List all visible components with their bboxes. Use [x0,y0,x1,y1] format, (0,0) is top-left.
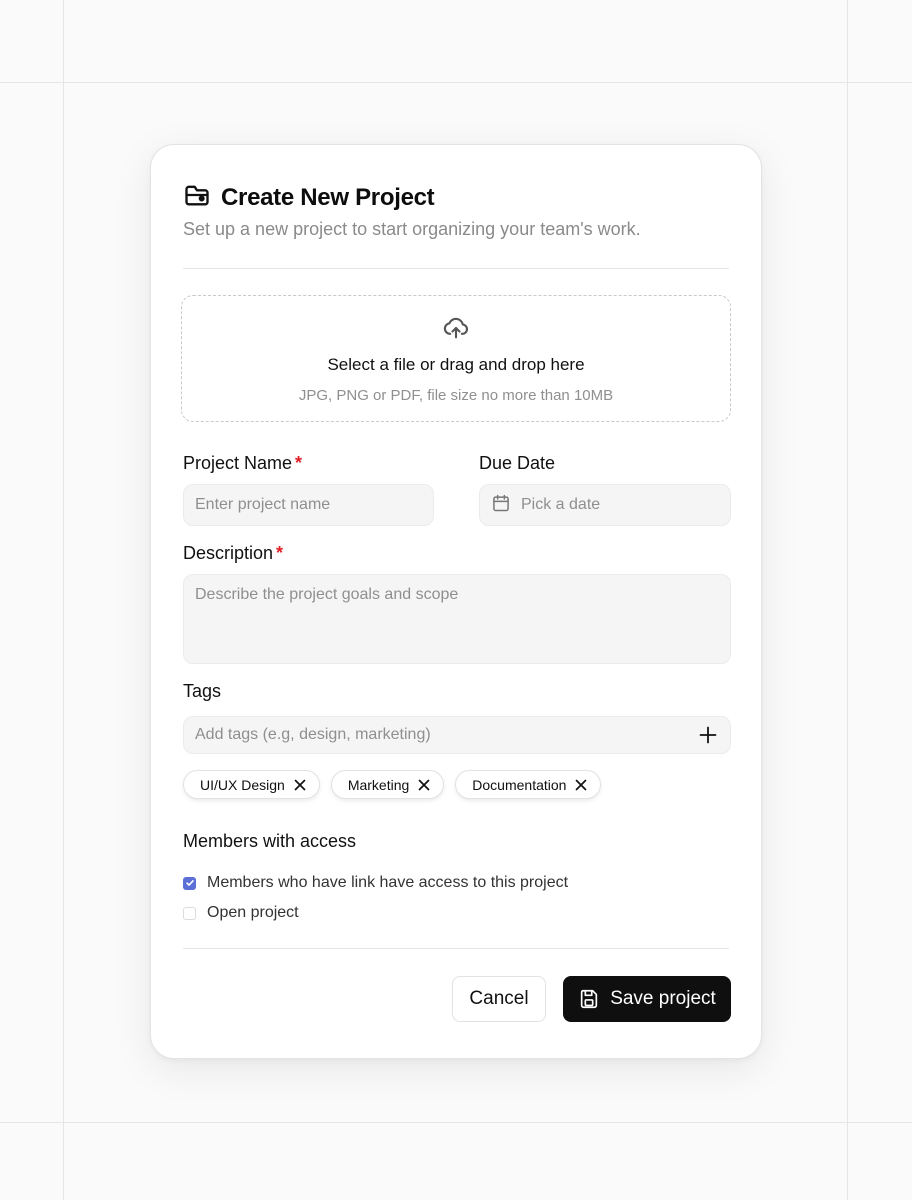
tags-input[interactable] [195,717,685,753]
file-dropzone[interactable]: Select a file or drag and drop here JPG,… [181,295,731,422]
folder-open-icon [183,181,211,214]
due-date-label: Due Date [479,453,556,473]
description-label: Description * [183,543,283,564]
add-tag-button[interactable] [698,725,718,745]
guide-line [0,82,912,83]
access-option-open[interactable]: Open project [183,904,299,922]
tag-chip: UI/UX Design [183,770,320,799]
due-date-picker[interactable]: Pick a date [479,484,731,526]
description-textarea[interactable] [195,575,730,663]
access-option-label: Members who have link have access to thi… [207,874,569,891]
tag-chip-label: UI/UX Design [200,776,285,793]
project-name-label: Project Name * [183,453,302,474]
save-project-label: Save project [610,988,716,1009]
guide-line [847,0,848,1200]
tags-field[interactable] [183,716,731,754]
access-option-label: Open project [207,904,299,921]
save-project-button[interactable]: Save project [563,976,731,1022]
close-icon[interactable] [574,778,588,792]
guide-line [63,0,64,1200]
checkbox-checked[interactable] [183,876,196,890]
close-icon[interactable] [417,778,431,792]
due-date-placeholder: Pick a date [521,496,601,513]
check-icon [185,880,194,886]
required-asterisk: * [295,453,303,473]
access-option-link[interactable]: Members who have link have access to thi… [183,874,568,892]
dropzone-hint: JPG, PNG or PDF, file size no more than … [298,387,614,404]
project-name-label-text: Project Name [183,453,293,473]
tag-chip-label: Marketing [347,776,410,793]
tag-chip-list: UI/UX Design Marketing Documentation [183,770,602,799]
description-label-text: Description [183,543,274,563]
project-name-input[interactable] [195,485,433,525]
close-icon[interactable] [293,778,307,792]
plus-icon [699,726,717,744]
cloud-upload-icon [442,296,470,347]
description-field[interactable] [183,574,731,664]
tag-chip: Documentation [455,770,602,799]
guide-line [0,1122,912,1123]
tag-chip: Marketing [330,770,445,799]
save-icon [581,989,598,1009]
dialog-title: Create New Project [221,183,435,211]
project-name-field[interactable] [183,484,434,526]
tags-label: Tags [183,681,222,701]
dialog-header: Create New Project [183,181,435,214]
calendar-icon [491,493,521,518]
dialog-subtitle: Set up a new project to start organizing… [183,219,641,239]
required-asterisk: * [276,543,284,563]
divider [183,268,729,269]
checkbox-unchecked[interactable] [183,906,196,920]
tag-chip-label: Documentation [472,776,567,793]
divider [183,948,729,949]
cancel-button[interactable]: Cancel [452,976,546,1022]
dropzone-title: Select a file or drag and drop here [327,355,585,374]
access-heading: Members with access [183,831,357,851]
create-project-dialog: Create New Project Set up a new project … [150,144,762,1059]
